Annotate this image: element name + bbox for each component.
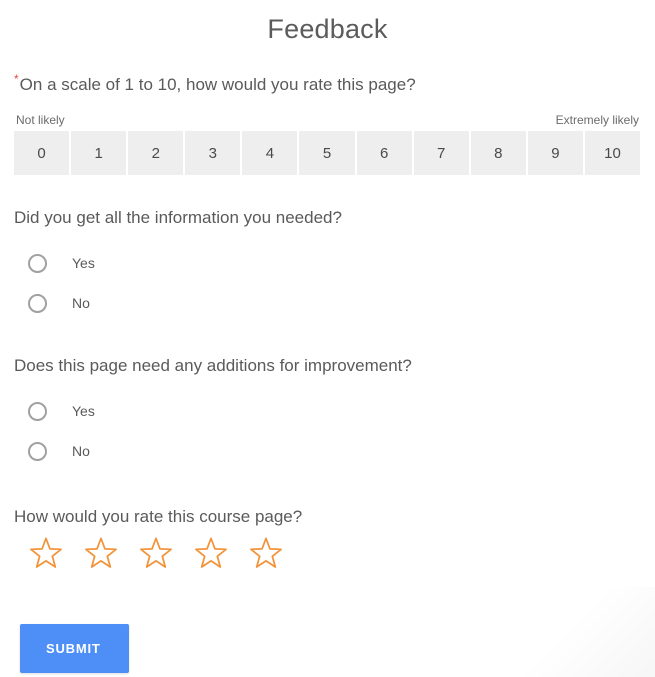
nps-option-3[interactable]: 3 (185, 131, 243, 175)
question-nps-text: On a scale of 1 to 10, how would you rat… (19, 75, 416, 94)
submit-area: SUBMIT (0, 624, 655, 673)
nps-option-10[interactable]: 10 (584, 131, 641, 175)
nps-low-anchor-label: Not likely (16, 113, 65, 127)
question-star-rating-label: How would you rate this course page? (14, 507, 303, 526)
question-improvement-label: Does this page need any additions for im… (14, 356, 412, 375)
radio-button-icon[interactable] (28, 253, 47, 273)
radio-option-information-yes[interactable]: Yes (14, 243, 641, 283)
nps-option-2[interactable]: 2 (128, 131, 186, 175)
nps-option-4[interactable]: 4 (242, 131, 300, 175)
radio-label: Yes (72, 255, 95, 271)
question-information-options: Yes No (14, 243, 641, 323)
required-asterisk-icon: * (14, 72, 19, 87)
question-nps-label: *On a scale of 1 to 10, how would you ra… (14, 72, 641, 96)
star-icon[interactable] (247, 536, 285, 574)
nps-option-7[interactable]: 7 (413, 131, 471, 175)
star-icon[interactable] (192, 536, 230, 574)
nps-option-1[interactable]: 1 (71, 131, 129, 175)
page-title: Feedback (267, 14, 388, 44)
nps-high-anchor-label: Extremely likely (555, 113, 639, 127)
nps-anchor-row: Not likely Extremely likely (14, 113, 641, 127)
radio-label: No (72, 295, 90, 311)
submit-button[interactable]: SUBMIT (20, 624, 129, 673)
nps-option-5[interactable]: 5 (299, 131, 357, 175)
question-improvement-options: Yes No (14, 391, 641, 471)
radio-button-icon[interactable] (28, 293, 47, 313)
nps-scale[interactable]: 0 1 2 3 4 5 6 7 8 9 10 (14, 131, 641, 175)
radio-label: Yes (72, 403, 95, 419)
star-icon[interactable] (27, 536, 65, 574)
nps-option-9[interactable]: 9 (527, 131, 585, 175)
question-nps: *On a scale of 1 to 10, how would you ra… (0, 72, 655, 175)
question-improvement: Does this page need any additions for im… (0, 355, 655, 471)
radio-option-improvement-no[interactable]: No (14, 431, 641, 471)
nps-option-6[interactable]: 6 (356, 131, 414, 175)
nps-option-8[interactable]: 8 (470, 131, 528, 175)
radio-button-icon[interactable] (28, 441, 47, 461)
nps-option-0[interactable]: 0 (14, 131, 72, 175)
star-icon[interactable] (137, 536, 175, 574)
question-star-rating: How would you rate this course page? (0, 506, 655, 574)
question-information-label: Did you get all the information you need… (14, 208, 342, 227)
radio-button-icon[interactable] (28, 401, 47, 421)
radio-label: No (72, 443, 90, 459)
radio-option-improvement-yes[interactable]: Yes (14, 391, 641, 431)
radio-option-information-no[interactable]: No (14, 283, 641, 323)
feedback-form-page: Feedback *On a scale of 1 to 10, how wou… (0, 0, 655, 677)
question-information: Did you get all the information you need… (0, 207, 655, 323)
star-icon[interactable] (82, 536, 120, 574)
star-rating-control[interactable] (27, 536, 641, 574)
